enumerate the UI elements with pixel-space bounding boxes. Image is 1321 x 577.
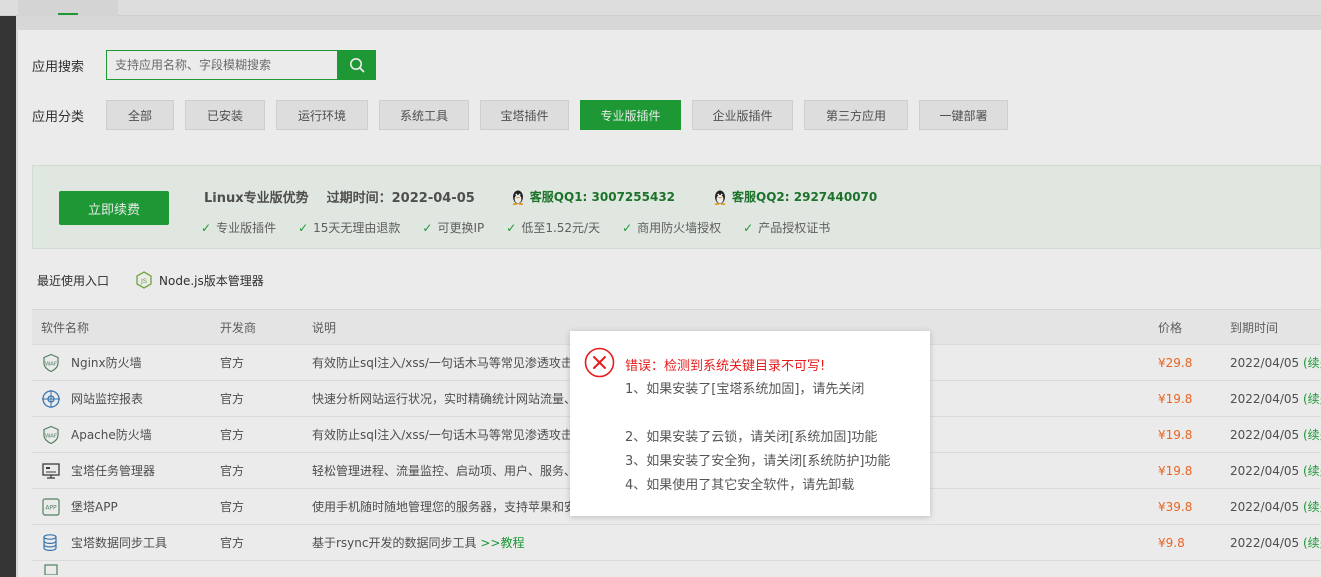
error-icon — [584, 347, 615, 378]
error-message: 1、如果安装了[宝塔系统加固]，请先关闭 2、如果安装了云锁，请关闭[系统加固]… — [625, 378, 890, 498]
error-line: 4、如果使用了其它安全软件，请先卸载 — [625, 478, 855, 493]
error-line-blank — [625, 402, 890, 426]
error-line: 3、如果安装了安全狗，请关闭[系统防护]功能 — [625, 454, 891, 469]
error-title: 错误：检测到系统关键目录不可写! — [625, 359, 826, 374]
error-line: 1、如果安装了[宝塔系统加固]，请先关闭 — [625, 382, 865, 397]
error-line: 2、如果安装了云锁，请关闭[系统加固]功能 — [625, 430, 878, 445]
error-dialog: 错误：检测到系统关键目录不可写! 1、如果安装了[宝塔系统加固]，请先关闭 2、… — [570, 331, 930, 516]
